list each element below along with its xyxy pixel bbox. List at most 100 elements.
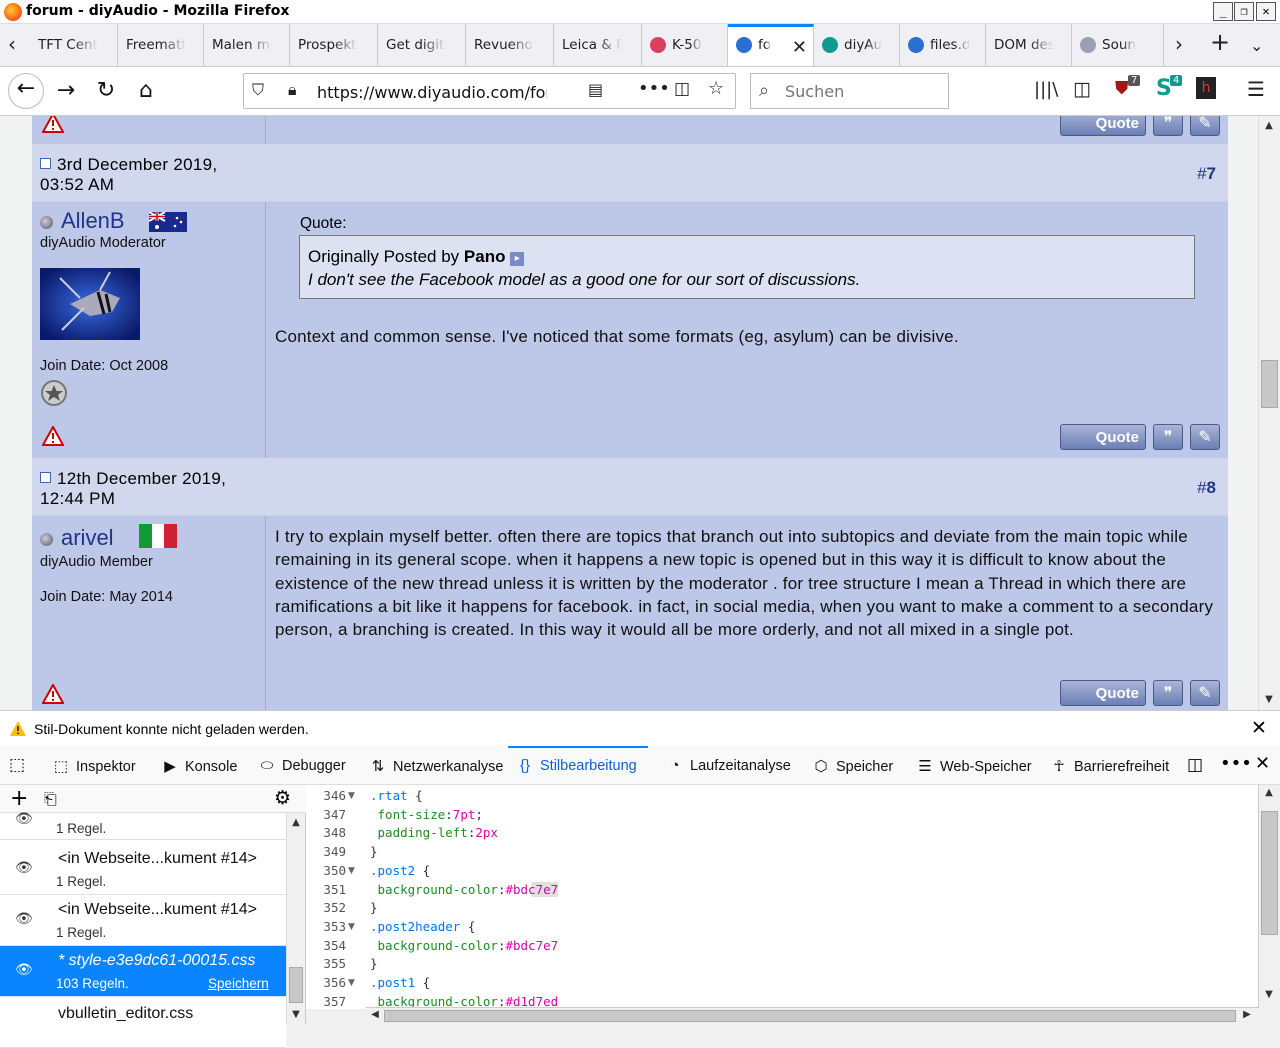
menu-icon[interactable]: ☰ — [1247, 77, 1265, 101]
maximize-button[interactable]: ❐ — [1234, 2, 1254, 21]
lock-icon[interactable]: 🔒︎ — [288, 80, 297, 100]
code-line[interactable]: .post2 { — [370, 863, 430, 878]
quote-button[interactable]: Quote — [1060, 680, 1146, 706]
eye-icon[interactable]: 👁︎ — [15, 860, 33, 876]
bookmark-star-icon[interactable]: ☆ — [708, 78, 724, 99]
multi-quote-button[interactable]: ❞ — [1153, 680, 1183, 706]
devtools-tab-stilbearbeitung[interactable]: {} Stilbearbeitung — [508, 746, 648, 784]
scrollbar-thumb[interactable] — [1261, 811, 1278, 935]
settings-gear-icon[interactable]: ⚙ — [274, 787, 291, 809]
search-bar[interactable]: ⌕ — [750, 73, 949, 109]
list-tabs-icon[interactable]: ⌄ — [1250, 36, 1263, 55]
page-scrollbar[interactable]: ▲ ▼ — [1258, 116, 1280, 710]
fold-toggle-icon[interactable]: ▼ — [348, 791, 355, 801]
import-stylesheet-icon[interactable]: ⎗ — [44, 789, 57, 809]
code-line[interactable]: padding-left:2px — [370, 825, 498, 840]
code-line[interactable]: font-size:7pt; — [370, 807, 483, 822]
stylesheet-item[interactable]: 👁︎vbulletin_editor.css — [0, 997, 286, 1048]
new-stylesheet-icon[interactable]: + — [10, 786, 28, 811]
quick-reply-button[interactable]: ✎ — [1190, 116, 1220, 136]
tabs-scroll-left-icon[interactable]: ‹ — [8, 32, 16, 56]
reload-icon[interactable]: ↻ — [90, 76, 122, 108]
ublock-icon[interactable]: ⛊ — [1115, 78, 1129, 99]
save-stylesheet-link[interactable]: Speichern — [208, 976, 269, 991]
tabs-scroll-right-icon[interactable]: › — [1175, 32, 1183, 56]
scroll-up-icon[interactable]: ▲ — [1260, 787, 1278, 798]
devtools-tab-netzwerkanalyse[interactable]: ⇅ Netzwerkanalyse — [369, 746, 504, 784]
stylesheet-list-scrollbar[interactable]: ▲ ▼ — [286, 813, 305, 1024]
fold-toggle-icon[interactable]: ▼ — [348, 866, 355, 876]
user-avatar[interactable] — [40, 268, 140, 340]
back-icon[interactable]: ← — [8, 73, 44, 109]
devtools-tab-inspektor[interactable]: ⬚ Inspektor — [52, 746, 136, 784]
close-tab-icon[interactable]: ✕ — [792, 37, 807, 58]
url-bar[interactable]: ⛉ 🔒︎ https://www.diyaudio.com/foru ▤ •••… — [243, 73, 736, 109]
reader-view-icon[interactable]: ▤ — [588, 80, 603, 99]
browser-tab[interactable]: fo ✕ — [728, 24, 814, 66]
devtools-menu-icon[interactable]: ••• — [1220, 753, 1252, 774]
code-line[interactable]: .post2header { — [370, 919, 475, 934]
browser-tab[interactable]: Prospekte — [290, 24, 378, 66]
browser-tab[interactable]: Revuenon — [466, 24, 554, 66]
fold-toggle-icon[interactable]: ▼ — [348, 978, 355, 988]
shield-icon[interactable]: ⛉ — [252, 80, 264, 100]
quick-reply-button[interactable]: ✎ — [1190, 424, 1220, 450]
scroll-up-icon[interactable]: ▲ — [287, 817, 305, 828]
sidebar-icon[interactable]: ◫ — [1073, 78, 1091, 100]
library-icon[interactable]: |||\ — [1034, 79, 1058, 100]
code-line[interactable]: } — [370, 844, 378, 859]
code-line[interactable]: } — [370, 900, 378, 915]
forward-icon[interactable]: → — [50, 76, 82, 108]
username[interactable]: arivel — [40, 525, 114, 551]
browser-tab[interactable]: K-50 — [642, 24, 728, 66]
stylesheet-item[interactable]: 👁︎ <in Webseite...kument #14> 1 Regel. — [0, 844, 286, 895]
browser-tab[interactable]: Get digital — [378, 24, 466, 66]
editor-horizontal-scrollbar[interactable]: ◀ ▶ — [366, 1007, 1258, 1024]
stylesheet-item[interactable]: 👁︎ * style-e3e9dc61-00015.css 103 Regeln. S… — [0, 946, 286, 997]
eye-icon[interactable]: 👁︎ — [15, 962, 33, 978]
report-post-icon[interactable] — [42, 426, 64, 446]
devtools-tab-debugger[interactable]: ⬭ Debugger — [258, 746, 346, 784]
devtools-tab-barrierefreiheit[interactable]: ☥ Barrierefreiheit — [1050, 746, 1169, 784]
fold-toggle-icon[interactable]: ▼ — [348, 922, 355, 932]
element-picker-icon[interactable]: ⬚ — [9, 755, 25, 775]
quote-author[interactable]: Pano — [464, 247, 506, 266]
stylesheet-item[interactable]: 👁︎ 1 Regel. — [0, 811, 286, 840]
browser-tab[interactable]: Malen mit — [204, 24, 290, 66]
h-extension-icon[interactable]: h — [1196, 77, 1216, 99]
code-line[interactable]: .rtat { — [370, 788, 423, 803]
post-number[interactable]: #8 — [1197, 478, 1216, 498]
scroll-left-icon[interactable]: ◀ — [366, 1009, 384, 1020]
code-line[interactable]: background-color:#bdc7e7 — [370, 938, 559, 953]
browser-tab[interactable]: TFT Centr — [30, 24, 118, 66]
quote-button[interactable]: Quote — [1060, 424, 1146, 450]
stylesheet-item[interactable]: 👁︎ <in Webseite...kument #14> 1 Regel. — [0, 895, 286, 946]
scrollbar-thumb[interactable] — [1261, 360, 1278, 408]
report-post-icon[interactable] — [42, 116, 64, 133]
scroll-up-icon[interactable]: ▲ — [1260, 120, 1278, 131]
browser-tab[interactable]: Soun — [1072, 24, 1164, 66]
close-notification-icon[interactable]: ✕ — [1251, 717, 1267, 739]
scroll-down-icon[interactable]: ▼ — [1260, 694, 1278, 705]
browser-tab[interactable]: Leica & Pe — [554, 24, 642, 66]
eye-icon[interactable]: 👁︎ — [15, 911, 33, 927]
close-devtools-icon[interactable]: ✕ — [1255, 753, 1270, 774]
devtools-tab-konsole[interactable]: ▶ Konsole — [161, 746, 237, 784]
scrollbar-thumb[interactable] — [384, 1010, 1236, 1022]
scroll-right-icon[interactable]: ▶ — [1238, 1009, 1256, 1020]
editor-vertical-scrollbar[interactable]: ▲ ▼ — [1258, 785, 1280, 1009]
scroll-down-icon[interactable]: ▼ — [1260, 989, 1278, 1000]
devtools-tab-web-speicher[interactable]: ☰ Web-Speicher — [916, 746, 1031, 784]
multi-quote-button[interactable]: ❞ — [1153, 424, 1183, 450]
minimize-button[interactable]: _ — [1213, 2, 1233, 21]
quick-reply-button[interactable]: ✎ — [1190, 680, 1220, 706]
browser-tab[interactable]: Freematta — [118, 24, 204, 66]
browser-tab[interactable]: diyAu — [814, 24, 900, 66]
post-number[interactable]: #7 — [1197, 164, 1216, 184]
code-line[interactable]: } — [370, 956, 378, 971]
eye-icon[interactable]: 👁︎ — [15, 811, 33, 827]
view-post-icon[interactable]: ▸ — [510, 252, 525, 266]
report-post-icon[interactable] — [42, 684, 64, 704]
multi-quote-button[interactable]: ❞ — [1153, 116, 1183, 136]
page-actions-icon[interactable]: ••• — [638, 78, 670, 99]
